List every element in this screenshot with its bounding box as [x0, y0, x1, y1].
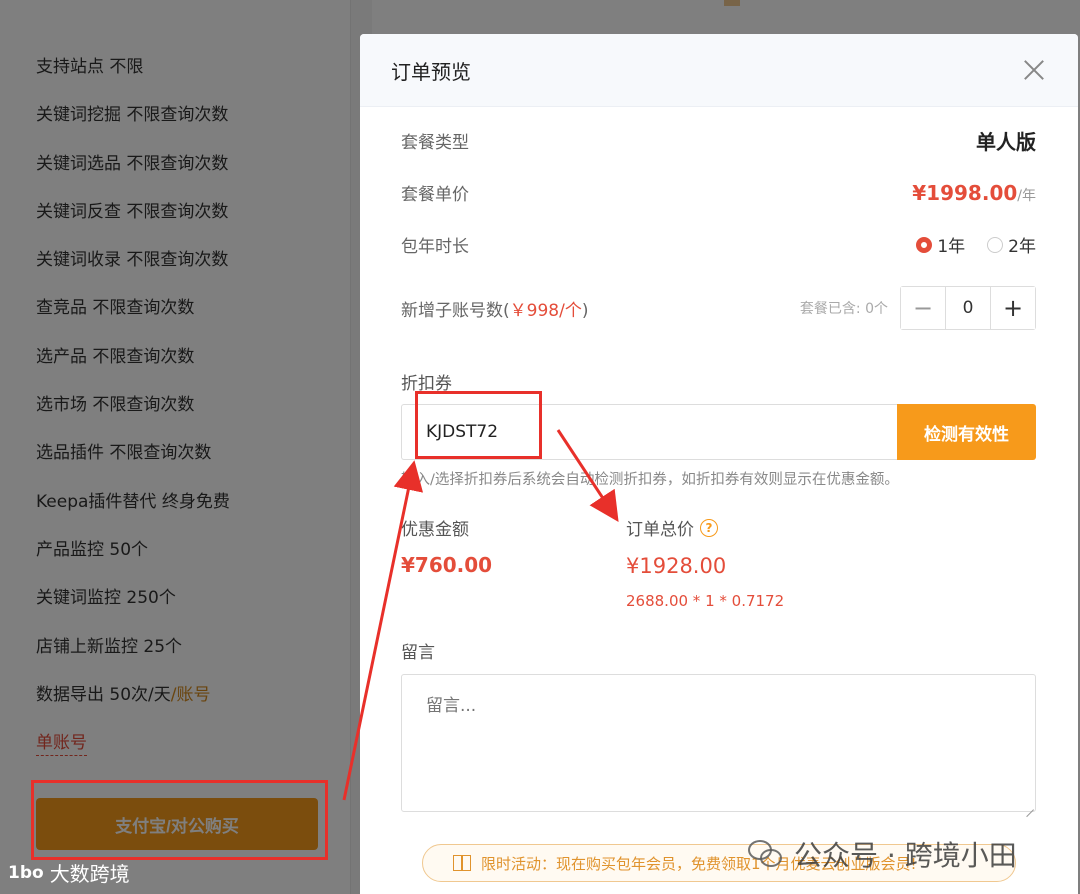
unit-price-suffix: /年: [1017, 187, 1036, 204]
annotation-box-pay: [31, 780, 328, 860]
package-type-row: 套餐类型 单人版: [401, 126, 1036, 155]
watermark-right-text: 公众号 · 跨境小田: [794, 839, 1017, 872]
modal-header: 订单预览: [360, 34, 1078, 107]
decrement-button[interactable]: −: [901, 287, 945, 329]
unit-price-row: 套餐单价 ¥1998.00/年: [401, 180, 1036, 206]
modal-title: 订单预览: [391, 59, 471, 84]
total-label: 订单总价: [626, 520, 694, 540]
remark-label: 留言: [401, 643, 435, 663]
total-formula: 2688.00 * 1 * 0.7172: [626, 592, 785, 610]
package-type-value: 单人版: [976, 130, 1036, 154]
increment-button[interactable]: +: [991, 287, 1035, 329]
unit-price-value: ¥1998.00: [912, 180, 1018, 205]
total-label-group: 订单总价 ?: [626, 515, 718, 540]
sub-accounts-label: 新增子账号数(￥998/个): [401, 300, 589, 321]
duration-option-2y[interactable]: 2年: [987, 232, 1036, 257]
package-type-label: 套餐类型: [401, 133, 469, 153]
unit-price-label: 套餐单价: [401, 185, 469, 205]
sub-accounts-stepper: − 0 +: [900, 286, 1036, 330]
watermark-left: 1bo 大数跨境: [8, 858, 130, 887]
wechat-icon: [748, 840, 784, 868]
duration-option-label: 2年: [1008, 237, 1036, 257]
duration-option-label: 1年: [937, 237, 966, 257]
resize-handle-icon[interactable]: [1024, 800, 1034, 810]
watermark-right: 公众号 · 跨境小田: [748, 834, 1017, 874]
radio-unchecked-icon: [987, 236, 1004, 253]
remark-textarea[interactable]: [401, 674, 1036, 812]
coupon-hint: 输入/选择折扣券后系统会自动检测折扣券，如折扣券有效则显示在优惠金额。: [401, 472, 899, 488]
duration-label: 包年时长: [401, 237, 469, 257]
close-icon[interactable]: [1022, 58, 1046, 82]
duration-radio-group: 1年 2年: [916, 232, 1036, 257]
sub-accounts-value[interactable]: 0: [945, 287, 991, 329]
gift-icon: [453, 855, 471, 871]
check-validity-button[interactable]: 检测有效性: [897, 404, 1036, 460]
annotation-box-coupon: [415, 391, 542, 459]
order-preview-modal: 订单预览 套餐类型 单人版 套餐单价 ¥1998.00/年 包年时长 1年 2年…: [360, 34, 1078, 894]
brand-logo-icon: 1bo: [8, 862, 44, 883]
help-icon[interactable]: ?: [700, 518, 718, 537]
discount-value: ¥760.00: [401, 553, 493, 577]
duration-option-1y[interactable]: 1年: [916, 232, 965, 257]
sub-accounts-row: 新增子账号数(￥998/个) 套餐已含: 0个 − 0 +: [401, 286, 1036, 330]
sub-accounts-included: 套餐已含: 0个: [799, 301, 888, 317]
duration-row: 包年时长 1年 2年: [401, 232, 1036, 257]
discount-label: 优惠金额: [401, 520, 469, 540]
total-value: ¥1928.00: [626, 554, 727, 578]
radio-checked-icon: [916, 236, 933, 253]
watermark-left-text: 大数跨境: [49, 862, 130, 886]
